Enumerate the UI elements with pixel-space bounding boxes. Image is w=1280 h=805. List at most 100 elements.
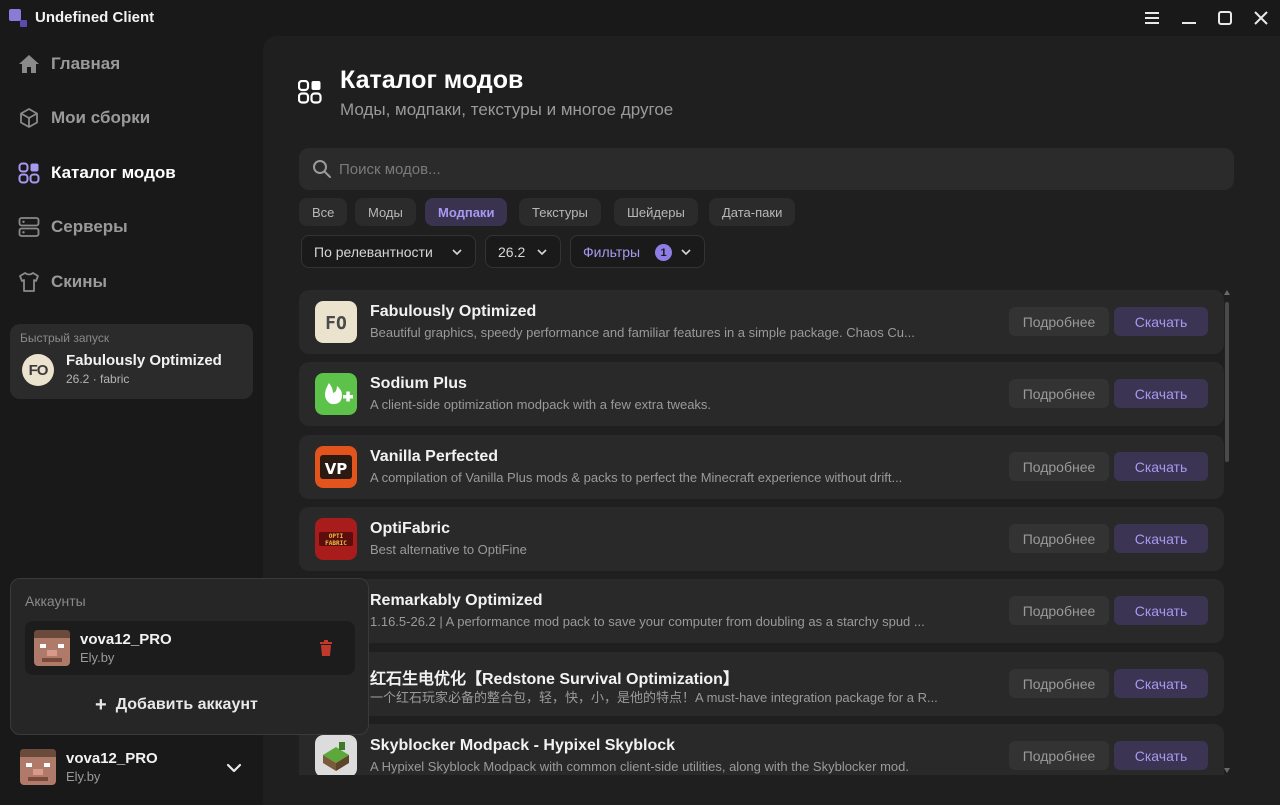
accounts-popup: Аккаунты vova12_PRO Ely.by + Добавить ак… — [10, 578, 369, 735]
modpack-description: Beautiful graphics, speedy performance a… — [370, 325, 915, 340]
details-button[interactable]: Подробнее — [1009, 524, 1109, 553]
minimize-icon[interactable] — [1179, 8, 1199, 28]
svg-text:VP: VP — [325, 460, 348, 478]
download-button[interactable]: Скачать — [1114, 596, 1208, 625]
search-input[interactable] — [339, 148, 1219, 190]
details-button[interactable]: Подробнее — [1009, 379, 1109, 408]
account-row[interactable]: vova12_PRO Ely.by — [25, 621, 355, 675]
tab-datapacks[interactable]: Дата-паки — [709, 198, 796, 226]
version-dropdown[interactable]: 26.2 — [485, 235, 561, 268]
sidebar-item-label: Серверы — [51, 217, 128, 236]
list-item[interactable]: FO Fabulously Optimized Beautiful graphi… — [299, 290, 1224, 354]
modpack-description: Best alternative to OptiFine — [370, 542, 527, 557]
vp-logo-icon: VP — [315, 446, 357, 488]
trash-icon[interactable] — [317, 639, 335, 657]
list-item[interactable]: VP Vanilla Perfected A compilation of Va… — [299, 435, 1224, 499]
sidebar-item-home[interactable]: Главная — [10, 42, 254, 86]
tab-textures[interactable]: Текстуры — [519, 198, 601, 226]
tab-modpacks[interactable]: Модпаки — [425, 198, 508, 226]
details-button[interactable]: Подробнее — [1009, 669, 1109, 698]
tab-all[interactable]: Все — [299, 198, 348, 226]
skyblock-island-logo-icon — [315, 735, 357, 775]
app-logo-icon — [9, 9, 27, 27]
sort-value: По релевантности — [314, 243, 433, 260]
quick-launch-name: Fabulously Optimized — [66, 352, 222, 369]
account-name: vova12_PRO — [80, 631, 172, 648]
modpack-title: Vanilla Perfected — [370, 448, 499, 465]
add-account-label: Добавить аккаунт — [115, 696, 258, 713]
accounts-heading: Аккаунты — [25, 593, 86, 609]
page-subtitle: Моды, модпаки, текстуры и многое другое — [340, 100, 674, 119]
sidebar-item-servers[interactable]: Серверы — [10, 205, 254, 249]
download-button[interactable]: Скачать — [1114, 452, 1208, 481]
menu-icon[interactable] — [1142, 8, 1162, 28]
shirt-icon — [17, 270, 41, 294]
sidebar-item-skins[interactable]: Скины — [10, 260, 254, 304]
avatar — [34, 630, 70, 666]
quick-launch-meta: 26.2 · fabric — [66, 372, 130, 386]
account-provider: Ely.by — [66, 769, 101, 784]
chevron-down-icon[interactable] — [224, 758, 244, 778]
search-bar[interactable] — [299, 148, 1234, 190]
svg-text:FABRIC: FABRIC — [325, 540, 347, 547]
list-item[interactable]: Remarkably Optimized 1.16.5-26.2 | A per… — [299, 579, 1224, 643]
scroll-up-arrow-icon[interactable] — [1224, 290, 1230, 295]
list-item[interactable]: OPTI FABRIC OptiFabric Best alternative t… — [299, 507, 1224, 571]
modpack-description: 1.16.5-26.2 | A performance mod pack to … — [370, 614, 925, 629]
chevron-down-icon — [452, 249, 462, 256]
list-item[interactable]: Skyblocker Modpack - Hypixel Skyblock A … — [299, 724, 1224, 775]
modpack-title: 红石生电优化【Redstone Survival Optimization】 — [370, 671, 739, 688]
search-icon — [312, 159, 332, 184]
sodium-plus-logo-icon — [315, 373, 357, 415]
svg-text:OPTI: OPTI — [329, 533, 344, 540]
sidebar-item-mod-catalog[interactable]: Каталог модов — [10, 151, 254, 195]
modpack-description: A Hypixel Skyblock Modpack with common c… — [370, 759, 910, 774]
details-button[interactable]: Подробнее — [1009, 452, 1109, 481]
avatar — [20, 749, 56, 785]
details-button[interactable]: Подробнее — [1009, 741, 1109, 770]
download-button[interactable]: Скачать — [1114, 307, 1208, 336]
title-bar: Undefined Client — [0, 0, 1280, 36]
details-button[interactable]: Подробнее — [1009, 596, 1109, 625]
modpack-title: OptiFabric — [370, 520, 451, 537]
filters-label: Фильтры — [583, 243, 641, 260]
quick-launch-heading: Быстрый запуск — [20, 331, 110, 345]
filters-dropdown[interactable]: Фильтры 1 — [570, 235, 705, 268]
close-icon[interactable] — [1251, 8, 1271, 28]
chevron-down-icon — [681, 249, 691, 256]
details-button[interactable]: Подробнее — [1009, 307, 1109, 336]
add-account-button[interactable]: + Добавить аккаунт — [95, 693, 258, 717]
list-item[interactable]: 红石生电优化【Redstone Survival Optimization】 一… — [299, 652, 1224, 716]
list-item[interactable]: Sodium Plus A client-side optimization m… — [299, 362, 1224, 426]
account-provider: Ely.by — [80, 650, 115, 665]
scrollbar-thumb[interactable] — [1225, 302, 1229, 462]
page-title: Каталог модов — [340, 66, 524, 94]
svg-text:FO: FO — [325, 313, 347, 334]
sort-dropdown[interactable]: По релевантности — [301, 235, 476, 268]
modpack-logo: FO — [22, 354, 54, 386]
home-icon — [17, 52, 41, 76]
tab-shaders[interactable]: Шейдеры — [614, 198, 698, 226]
scroll-down-arrow-icon[interactable] — [1224, 768, 1230, 773]
modpack-description: 一个红石玩家必备的整合包，轻，快，小，是他的特点！A must-have int… — [370, 690, 938, 705]
modpack-title: Remarkably Optimized — [370, 592, 543, 609]
grid-icon — [17, 161, 41, 185]
download-button[interactable]: Скачать — [1114, 379, 1208, 408]
modpack-title: Skyblocker Modpack - Hypixel Skyblock — [370, 737, 676, 754]
sidebar-item-label: Главная — [51, 54, 121, 73]
modpack-description: A compilation of Vanilla Plus mods & pac… — [370, 470, 903, 485]
download-button[interactable]: Скачать — [1114, 741, 1208, 770]
download-button[interactable]: Скачать — [1114, 524, 1208, 553]
maximize-icon[interactable] — [1215, 8, 1235, 28]
download-button[interactable]: Скачать — [1114, 669, 1208, 698]
cube-icon — [17, 106, 41, 130]
quick-launch-card[interactable]: Быстрый запуск FO Fabulously Optimized 2… — [10, 324, 253, 399]
sidebar-item-builds[interactable]: Мои сборки — [10, 96, 254, 140]
account-switcher[interactable]: vova12_PRO Ely.by — [10, 742, 254, 794]
tab-mods[interactable]: Моды — [355, 198, 416, 226]
version-value: 26.2 — [498, 243, 526, 260]
sidebar-item-label: Каталог модов — [51, 163, 176, 182]
app-title: Undefined Client — [35, 9, 155, 26]
list-scrollbar[interactable] — [1224, 290, 1230, 775]
plus-icon: + — [95, 693, 107, 716]
